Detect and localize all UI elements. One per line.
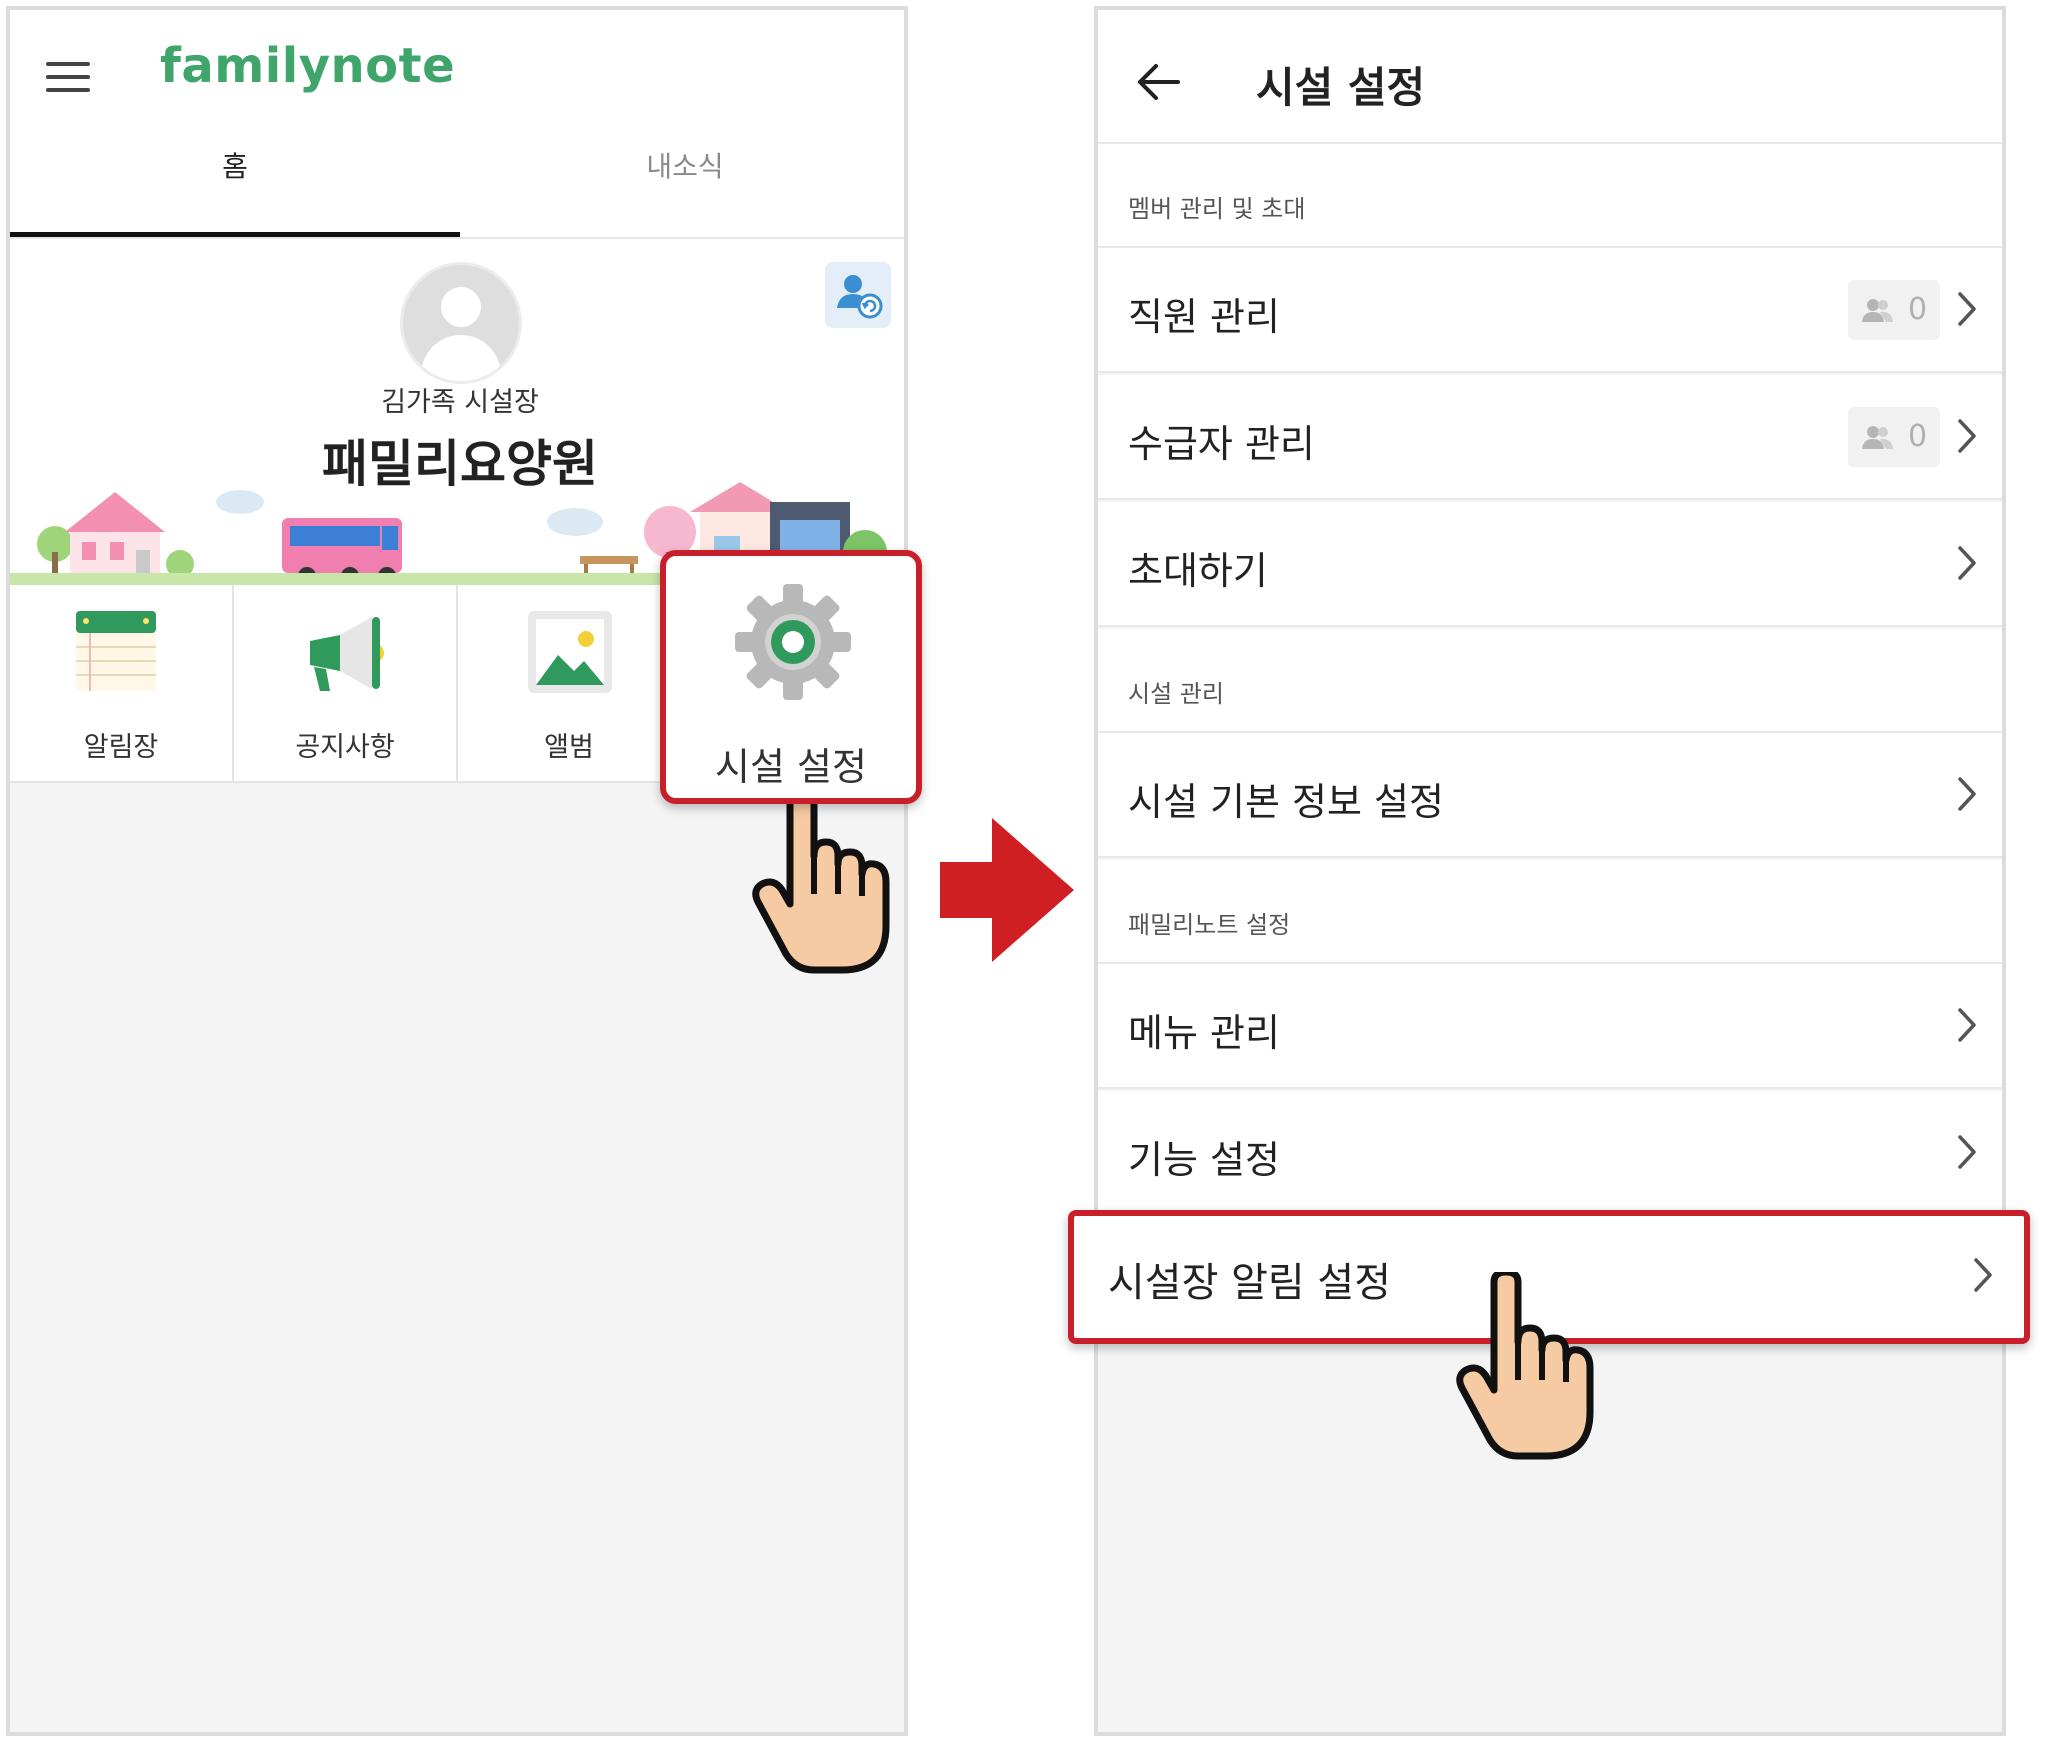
gear-icon: [735, 584, 851, 700]
facility-settings-tile[interactable]: 시설 설정: [660, 550, 922, 804]
people-icon: [1862, 426, 1893, 449]
staff-management-row[interactable]: 직원 관리 0: [1098, 248, 2002, 373]
page-title: 시설 설정: [1256, 63, 1426, 112]
chevron-right-icon: [1958, 546, 1976, 580]
pointer-hand-icon: [752, 782, 892, 980]
section-header-members: 멤버 관리 및 초대: [1098, 144, 2002, 248]
menu-label: 시설 설정: [715, 745, 867, 789]
next-step-arrow-icon: [940, 818, 1074, 962]
chevron-right-icon: [1958, 292, 1976, 326]
megaphone-icon: [310, 617, 384, 691]
photo-album-icon: [528, 611, 612, 693]
recipient-management-row[interactable]: 수급자 관리 0: [1098, 375, 2002, 500]
chevron-right-icon: [1958, 1008, 1976, 1042]
hamburger-menu-icon[interactable]: [46, 62, 90, 92]
menu-notebook[interactable]: 알림장: [10, 585, 234, 781]
menu-management-row[interactable]: 메뉴 관리: [1098, 964, 2002, 1089]
facility-profile: 김가족 시설장 패밀리요양원: [10, 242, 904, 585]
pointer-hand-icon: [1456, 1268, 1596, 1466]
member-count-badge: 0: [1848, 280, 1940, 340]
section-header-familynote: 패밀리노트 설정: [1098, 860, 2002, 964]
menu-label: 공지사항: [295, 732, 395, 763]
member-count-badge: 0: [1848, 407, 1940, 467]
chevron-right-icon: [1974, 1258, 1992, 1292]
menu-label: 알림장: [83, 732, 159, 763]
people-icon: [1862, 299, 1893, 322]
invite-row[interactable]: 초대하기: [1098, 502, 2002, 627]
app-header: familynote 홈 내소식: [10, 10, 904, 242]
menu-notice[interactable]: 공지사항: [234, 585, 458, 781]
tab-my-news[interactable]: 내소식: [460, 145, 904, 185]
settings-header: 시설 설정: [1098, 10, 2002, 144]
notebook-icon: [76, 611, 156, 691]
chevron-right-icon: [1958, 777, 1976, 811]
home-screen: familynote 홈 내소식 김가족 시설장 패밀리요양원 알림장 공지사항…: [6, 6, 908, 1736]
app-logo: familynote: [160, 38, 456, 94]
director-name: 김가족 시설장: [381, 387, 539, 418]
tab-home[interactable]: 홈: [10, 145, 460, 185]
avatar[interactable]: [400, 262, 522, 384]
chevron-right-icon: [1958, 419, 1976, 453]
back-arrow-icon[interactable]: [1134, 62, 1182, 102]
section-header-facility: 시설 관리: [1098, 629, 2002, 733]
menu-label: 앨범: [544, 732, 594, 763]
tab-divider: [10, 237, 904, 239]
switch-account-icon[interactable]: [825, 262, 891, 328]
feature-settings-row[interactable]: 기능 설정: [1098, 1091, 2002, 1216]
chevron-right-icon: [1958, 1135, 1976, 1169]
menu-album[interactable]: 앨범: [458, 585, 682, 781]
facility-settings-screen: 시설 설정 멤버 관리 및 초대 직원 관리 0 수급자 관리 0 초대하기 시…: [1094, 6, 2006, 1736]
facility-basic-info-row[interactable]: 시설 기본 정보 설정: [1098, 733, 2002, 858]
